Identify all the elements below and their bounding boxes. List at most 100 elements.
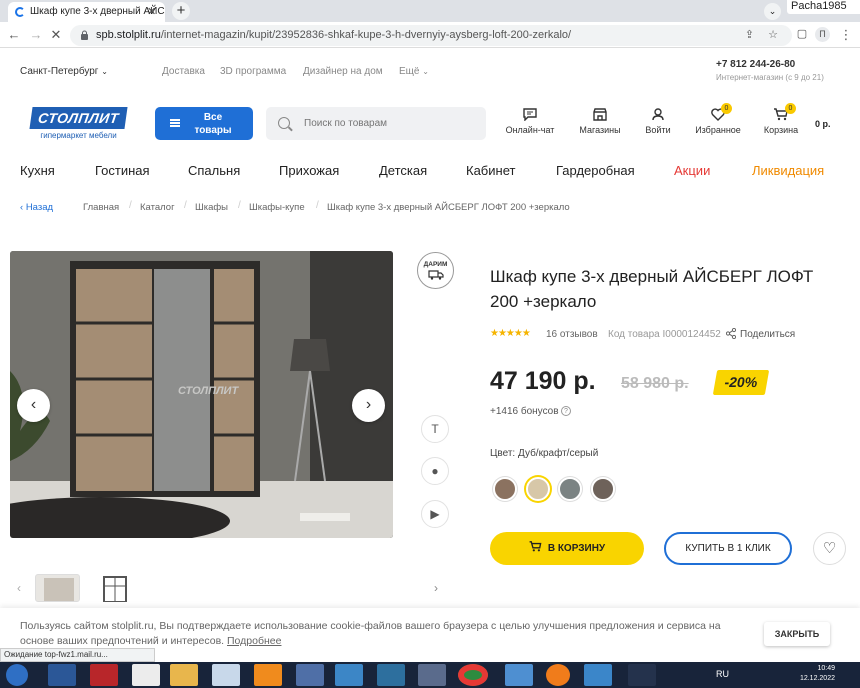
chevron-down-icon: ⌄ xyxy=(422,67,429,76)
shop-hours: Интернет-магазин (с 9 до 21) xyxy=(716,73,824,82)
site-logo[interactable]: СТОЛПЛИТ гипермаркет мебели xyxy=(29,107,128,141)
online-chat-button[interactable]: Онлайн-чат xyxy=(500,108,560,135)
category-clearance[interactable]: Ликвидация xyxy=(752,163,824,178)
city-selector[interactable]: Санкт-Петербург ⌄ xyxy=(20,66,108,77)
cookie-more-link[interactable]: Подробнее xyxy=(227,635,281,647)
link-designer[interactable]: Дизайнер на дом xyxy=(303,66,383,77)
odnoklassniki-app-icon[interactable] xyxy=(254,664,282,686)
thumb-prev-chevron-icon[interactable]: ‹ xyxy=(17,581,21,595)
calculator-app-icon[interactable] xyxy=(212,664,240,686)
system-clock[interactable]: 10:49 12.12.2022 xyxy=(797,664,835,684)
link-3d-program[interactable]: 3D программа xyxy=(220,66,286,77)
cookie-close-button[interactable]: ЗАКРЫТЬ xyxy=(764,622,830,646)
media-app-icon[interactable] xyxy=(377,664,405,686)
thumbnail-2[interactable] xyxy=(96,574,141,602)
color-swatch-selected[interactable] xyxy=(526,477,550,501)
lock-icon[interactable] xyxy=(80,30,89,40)
link-delivery[interactable]: Доставка xyxy=(162,66,205,77)
tab-close-icon[interactable]: ✕ xyxy=(147,5,156,18)
chevron-left-icon: ‹ xyxy=(30,396,37,413)
start-button-icon[interactable] xyxy=(6,664,28,686)
color-swatch[interactable] xyxy=(558,477,582,501)
share-icon[interactable] xyxy=(726,328,736,339)
back-arrow-icon[interactable]: ← xyxy=(6,27,22,42)
catalog-button[interactable]: Все товары xyxy=(155,107,253,140)
discount-badge: -20% xyxy=(712,370,770,395)
cart-sum: 0 р. xyxy=(815,119,831,129)
browser-tab[interactable]: Шкаф купе 3-х дверный АЙСБЕРГ xyxy=(8,2,165,22)
thumb-next-chevron-icon[interactable]: › xyxy=(434,581,438,595)
stop-loading-icon[interactable]: ✕ xyxy=(48,27,64,43)
favorites-button[interactable]: Избранное xyxy=(688,108,748,135)
bonus-points: +1416 бонусов xyxy=(490,406,559,417)
chevron-left-icon: ‹ xyxy=(20,202,24,213)
terminal-app-icon[interactable] xyxy=(628,664,656,686)
link-more[interactable]: Ещё ⌄ xyxy=(399,66,429,77)
phone-number[interactable]: +7 812 244-26-80 xyxy=(716,59,795,70)
share-link[interactable]: Поделиться xyxy=(740,329,795,340)
watermark: Pacha1985 xyxy=(787,0,860,14)
cart-button[interactable]: Корзина xyxy=(751,108,811,135)
back-link[interactable]: ‹ Назад xyxy=(20,202,53,213)
breadcrumb-catalog[interactable]: Каталог xyxy=(140,202,175,213)
windows-taskbar xyxy=(0,662,860,688)
paint-app-icon[interactable] xyxy=(90,664,118,686)
catalog-button-label: Все товары xyxy=(194,112,232,136)
chat-app-icon[interactable] xyxy=(505,664,533,686)
add-to-cart-button[interactable]: В КОРЗИНУ xyxy=(490,532,644,565)
gift-badge[interactable]: ДАРИМ xyxy=(417,252,454,289)
question-icon[interactable]: ? xyxy=(561,406,571,416)
google-play-icon[interactable]: ▶ xyxy=(421,500,449,528)
stores-button[interactable]: Магазины xyxy=(570,108,630,135)
category-promotions[interactable]: Акции xyxy=(674,163,710,178)
bookmark-star-icon[interactable]: ☆ xyxy=(768,28,778,41)
price: 47 190 р. xyxy=(490,367,596,395)
breadcrumb-home[interactable]: Главная xyxy=(83,202,119,213)
reviews-link[interactable]: 16 отзывов xyxy=(546,329,598,340)
remote-desktop-app-icon[interactable] xyxy=(296,664,324,686)
category-hallway[interactable]: Прихожая xyxy=(279,163,339,178)
buy-one-click-button[interactable]: КУПИТЬ В 1 КЛИК xyxy=(664,532,792,565)
tinkoff-icon[interactable]: T xyxy=(421,415,449,443)
profile-avatar[interactable]: П xyxy=(815,27,830,42)
explorer-app-icon[interactable] xyxy=(170,664,198,686)
word-app-icon[interactable] xyxy=(48,664,76,686)
add-to-favorites-heart-icon[interactable]: ♡ xyxy=(813,532,846,565)
photo-next-button[interactable]: › xyxy=(352,389,385,422)
category-wardrobe-room[interactable]: Гардеробная xyxy=(556,163,635,178)
autocad-app-icon[interactable] xyxy=(132,664,160,686)
address-bar[interactable]: spb.stolplit.ru/internet-magazin/kupit/2… xyxy=(70,25,792,46)
category-kids[interactable]: Детская xyxy=(379,163,427,178)
breadcrumb-wardrobes[interactable]: Шкафы xyxy=(195,202,228,213)
tab-search-chevron-icon[interactable]: ⌄ xyxy=(764,3,781,20)
url-path: /internet-magazin/kupit/23952836-shkaf-k… xyxy=(160,29,572,41)
apple-icon[interactable]: ● xyxy=(421,457,449,485)
share-page-icon[interactable]: ⇪ xyxy=(745,28,754,41)
tab-title: Шкаф купе 3-х дверный АЙСБЕРГ xyxy=(30,6,165,17)
color-label: Цвет: Дуб/крафт/серый xyxy=(490,448,599,459)
delivery-truck-icon xyxy=(427,270,444,280)
product-photo[interactable]: СТОЛПЛИТ xyxy=(10,251,393,538)
color-swatch[interactable] xyxy=(493,477,517,501)
photo-prev-button[interactable]: ‹ xyxy=(17,389,50,422)
forward-arrow-icon[interactable]: → xyxy=(28,27,44,42)
photo-viewer-app-icon[interactable] xyxy=(584,664,612,686)
sidebar-panel-icon[interactable]: ▢ xyxy=(794,27,810,40)
keyboard-language[interactable]: RU xyxy=(716,669,729,679)
old-price: 58 980 р. xyxy=(621,375,689,392)
thumbnail-1[interactable] xyxy=(35,574,80,602)
chrome-app-icon[interactable] xyxy=(458,664,488,686)
category-bedroom[interactable]: Спальня xyxy=(188,163,240,178)
firefox-app-icon[interactable] xyxy=(546,664,570,686)
new-tab-button[interactable]: + xyxy=(172,2,190,20)
login-button[interactable]: Войти xyxy=(628,108,688,135)
category-office[interactable]: Кабинет xyxy=(466,163,515,178)
search-input[interactable] xyxy=(266,107,486,140)
breadcrumb-sliding-wardrobes[interactable]: Шкафы-купе xyxy=(249,202,305,213)
browser-menu-icon[interactable]: ⋮ xyxy=(838,27,854,43)
category-kitchen[interactable]: Кухня xyxy=(20,163,55,178)
window-app-icon[interactable] xyxy=(418,664,446,686)
paint-brush-app-icon[interactable] xyxy=(335,664,363,686)
color-swatch[interactable] xyxy=(591,477,615,501)
category-living-room[interactable]: Гостиная xyxy=(95,163,150,178)
